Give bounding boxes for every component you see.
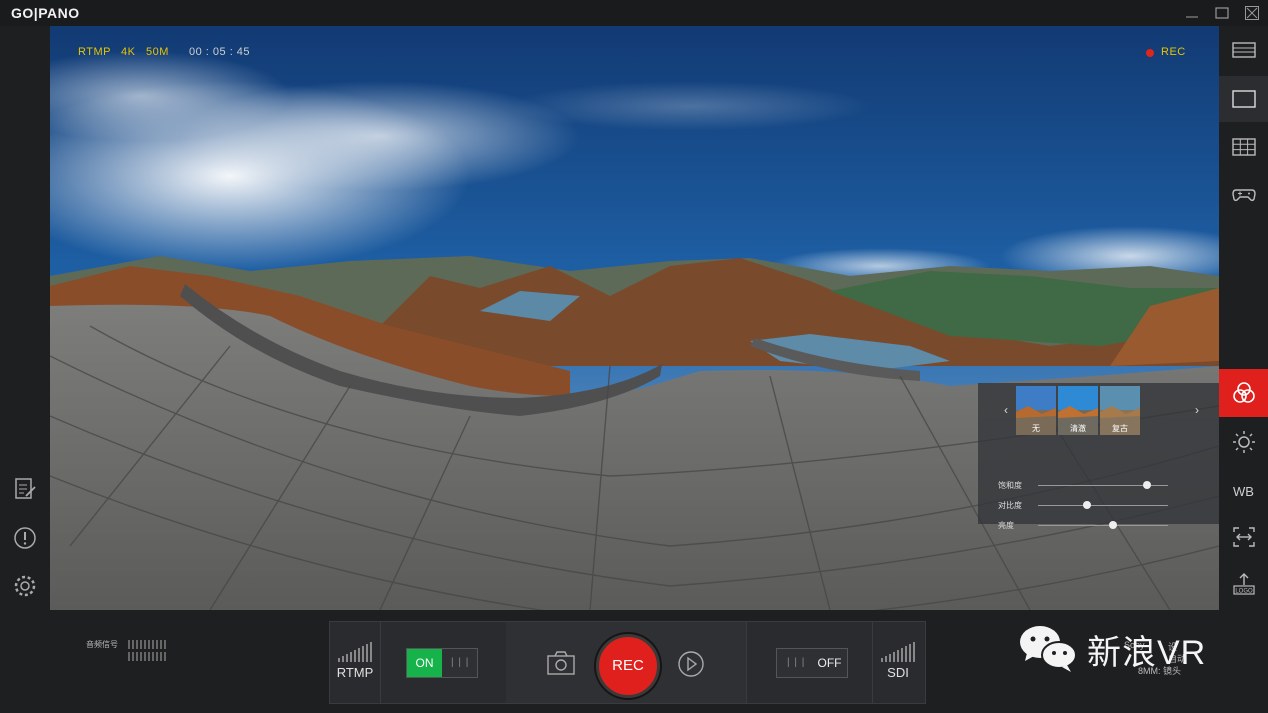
brightness-slider[interactable]: 亮度 <box>998 520 1198 532</box>
settings-gear-icon[interactable] <box>12 573 38 599</box>
rtmp-toggle[interactable]: ON | | | <box>406 648 478 678</box>
title-bar: GO|PANO <box>0 0 1268 26</box>
rtmp-toggle-cell: ON | | | <box>380 622 507 703</box>
maximize-button[interactable] <box>1213 4 1231 22</box>
white-balance-button[interactable]: WB <box>1219 468 1268 514</box>
filter-preset-none[interactable]: 无 <box>1016 386 1056 435</box>
color-circles-icon <box>1232 382 1255 403</box>
app-logo: GO|PANO <box>11 5 80 21</box>
slider-label: 亮度 <box>998 521 1014 530</box>
slider-track <box>1038 525 1168 526</box>
filter-preset-clear[interactable]: 清澈 <box>1058 386 1098 435</box>
brightness-button[interactable] <box>1219 419 1268 465</box>
gamepad-icon <box>1231 189 1256 202</box>
hud-rec-label: REC <box>1161 46 1186 58</box>
watermark-text: 新浪VR <box>1087 634 1207 672</box>
logo-upload-button[interactable]: LOGO <box>1219 561 1268 607</box>
toggle-grip-icon: | | | <box>787 657 806 668</box>
rtmp-label: RTMP <box>336 665 374 680</box>
color-filter-panel: ‹ 无 清澈 复古 › 饱和度 对比度 亮度 <box>978 383 1219 530</box>
alert-icon[interactable] <box>12 525 38 551</box>
slider-label: 饱和度 <box>998 481 1022 490</box>
close-button[interactable] <box>1243 4 1261 22</box>
left-rail <box>0 26 50 610</box>
saturation-slider[interactable]: 饱和度 <box>998 480 1198 492</box>
notes-icon[interactable] <box>12 476 38 502</box>
audio-signal-label: 音频信号 <box>86 640 118 649</box>
hud-resolution: 4K <box>121 46 136 58</box>
logo-upload-icon: LOGO <box>1232 573 1255 595</box>
playback-button[interactable] <box>677 650 705 678</box>
minimize-button[interactable] <box>1183 4 1201 22</box>
next-filter-arrow-icon[interactable]: › <box>1195 403 1199 417</box>
gamepad-button[interactable] <box>1219 171 1268 217</box>
record-button[interactable]: REC <box>596 634 660 698</box>
view-panorama-button[interactable] <box>1219 27 1268 73</box>
snapshot-button[interactable] <box>546 650 576 676</box>
single-view-icon <box>1231 90 1256 108</box>
contrast-slider[interactable]: 对比度 <box>998 500 1198 512</box>
panorama-view-icon <box>1231 42 1256 58</box>
right-toolbar: WB LOGO <box>1219 26 1268 610</box>
rtmp-section[interactable]: RTMP <box>330 622 381 703</box>
toggle-grip-icon: | | | <box>451 657 470 668</box>
filter-preset-label: 清澈 <box>1070 424 1086 433</box>
hud-bitrate: 50M <box>146 46 169 58</box>
view-grid-button[interactable] <box>1219 124 1268 170</box>
color-filter-button[interactable] <box>1219 369 1268 417</box>
slider-label: 对比度 <box>998 501 1022 510</box>
hud-timer: 00 : 05 : 45 <box>189 46 251 58</box>
view-single-button[interactable] <box>1219 76 1268 122</box>
slider-knob[interactable] <box>1083 501 1092 509</box>
sdi-toggle-cell: | | | OFF <box>746 622 873 703</box>
filter-preset-label: 复古 <box>1112 424 1128 433</box>
camera-icon <box>547 651 575 675</box>
toggle-on-state: ON <box>407 649 442 677</box>
wechat-logo-icon <box>1020 626 1077 672</box>
expand-arrows-icon <box>1232 527 1255 547</box>
sdi-toggle[interactable]: | | | OFF <box>776 648 848 678</box>
sdi-label: SDI <box>887 665 909 680</box>
maximize-icon <box>1215 7 1229 19</box>
hud-protocol: RTMP <box>78 46 111 58</box>
sdi-section[interactable]: SDI <box>872 622 924 703</box>
filter-thumbnails: 无 清澈 复古 <box>1002 386 1140 435</box>
svg-text:LOGO: LOGO <box>1235 589 1253 595</box>
slider-track <box>1038 505 1168 506</box>
signal-bars-icon <box>338 642 372 662</box>
stream-control-panel: RTMP ON | | | REC | | | OFF SDI <box>329 621 926 704</box>
panorama-preview[interactable]: RTMP 4K 50M 00 : 05 : 45 REC ‹ 无 清澈 复古 ›… <box>50 26 1219 610</box>
bottom-control-bar: 音频信号 RTMP ON | | | REC | | | OFF SDI Son… <box>0 610 1268 713</box>
filter-preset-label: 无 <box>1032 424 1040 433</box>
slider-knob[interactable] <box>1143 481 1152 489</box>
play-icon <box>678 651 704 677</box>
slider-knob[interactable] <box>1109 521 1118 529</box>
rec-indicator-dot <box>1146 49 1154 57</box>
capture-controls: REC <box>506 622 747 703</box>
sun-icon <box>1232 431 1255 453</box>
minimize-icon <box>1186 16 1198 18</box>
close-icon <box>1245 6 1259 20</box>
audio-level-meter <box>128 640 166 661</box>
toggle-off-state: OFF <box>817 656 842 670</box>
filter-preset-vintage[interactable]: 复古 <box>1100 386 1140 435</box>
signal-bars-icon <box>881 642 915 662</box>
grid-view-icon <box>1231 138 1256 156</box>
stitch-adjust-button[interactable] <box>1219 514 1268 560</box>
